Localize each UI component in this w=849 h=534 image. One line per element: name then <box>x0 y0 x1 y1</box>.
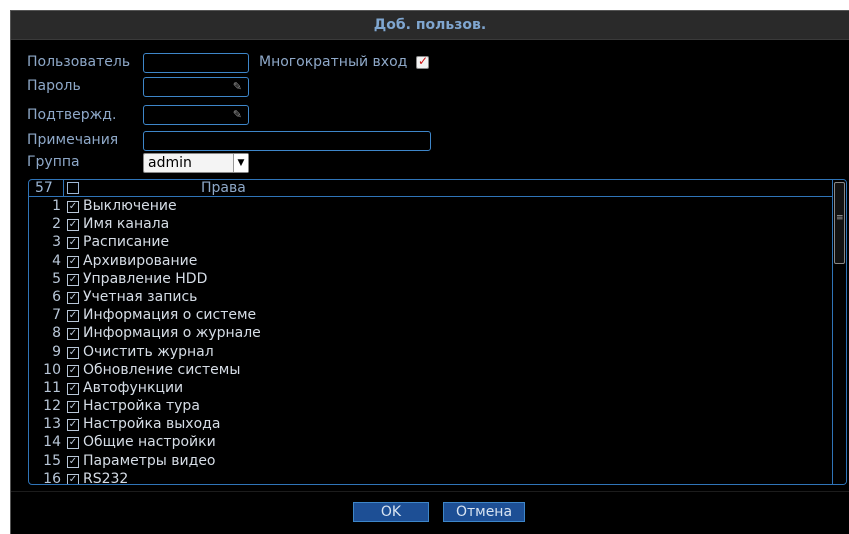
row-label: Информация о журнале <box>83 325 261 342</box>
row-label: Архивирование <box>83 252 198 269</box>
dialog-title: Доб. пользов. <box>373 17 487 33</box>
row-number: 9 <box>52 343 61 360</box>
row-number: 2 <box>52 216 61 233</box>
row-label: Автофункции <box>83 379 184 396</box>
chevron-down-icon[interactable]: ▼ <box>233 154 248 172</box>
rights-row[interactable]: 13 ✓ Настройка выхода <box>29 416 833 434</box>
row-checkbox[interactable]: ✓ <box>67 382 79 395</box>
user-input[interactable] <box>144 56 248 74</box>
row-checkbox[interactable]: ✓ <box>67 273 79 286</box>
row-checkbox[interactable]: ✓ <box>67 473 79 484</box>
rights-row[interactable]: 5 ✓ Управление HDD <box>29 271 833 289</box>
user-label: Пользователь <box>27 54 131 70</box>
rights-row[interactable]: 12 ✓ Настройка тура <box>29 398 833 416</box>
row-number: 11 <box>43 379 61 396</box>
row-label: Расписание <box>83 234 170 251</box>
row-checkbox[interactable]: ✓ <box>67 346 79 359</box>
row-checkbox[interactable]: ✓ <box>67 201 79 213</box>
row-label: Настройка выхода <box>83 416 221 433</box>
select-all-checkbox[interactable] <box>67 182 79 194</box>
row-label: Имя канала <box>83 216 170 233</box>
rights-column-header: Права <box>201 180 246 196</box>
header-divider <box>63 180 64 197</box>
row-number: 10 <box>43 361 61 378</box>
row-checkbox[interactable]: ✓ <box>67 255 79 268</box>
row-label: Управление HDD <box>83 270 208 287</box>
rights-row[interactable]: 9 ✓ Очистить журнал <box>29 344 833 362</box>
rights-row[interactable]: 11 ✓ Автофункции <box>29 380 833 398</box>
rights-rows: 1 ✓ Выключение 2 ✓ Имя канала 3 ✓ Расписание 4 ✓ Ар… <box>29 198 833 485</box>
row-number: 15 <box>43 452 61 469</box>
row-checkbox[interactable]: ✓ <box>67 364 79 377</box>
rights-row[interactable]: 16 ✓ RS232 <box>29 470 833 485</box>
grip-icon: ≡ <box>836 213 844 223</box>
notes-label: Примечания <box>27 132 119 148</box>
confirm-password-field[interactable]: ✎ <box>143 105 249 125</box>
row-number: 5 <box>52 270 61 287</box>
row-number: 14 <box>43 434 61 451</box>
row-number: 16 <box>43 470 61 485</box>
rights-row[interactable]: 7 ✓ Информация о системе <box>29 307 833 325</box>
rights-row[interactable]: 15 ✓ Параметры видео <box>29 453 833 471</box>
scrollbar-thumb[interactable]: ≡ <box>834 182 845 264</box>
rights-row[interactable]: 1 ✓ Выключение <box>29 198 833 216</box>
row-checkbox[interactable]: ✓ <box>67 419 79 432</box>
row-checkbox[interactable]: ✓ <box>67 437 79 450</box>
rights-count: 57 <box>35 180 53 196</box>
rights-row[interactable]: 2 ✓ Имя канала <box>29 216 833 234</box>
notes-input[interactable] <box>144 134 430 152</box>
password-field[interactable]: ✎ <box>143 77 249 97</box>
multi-login-checkbox[interactable]: ✓ <box>416 54 429 69</box>
group-label: Группа <box>27 154 80 170</box>
rights-row[interactable]: 14 ✓ Общие настройки <box>29 434 833 452</box>
user-field[interactable] <box>143 53 249 74</box>
row-checkbox[interactable]: ✓ <box>67 310 79 323</box>
rights-list: 57 Права 1 ✓ Выключение 2 ✓ Имя канала 3 ✓ Распи… <box>28 179 847 485</box>
group-select-value: admin <box>148 155 192 171</box>
rights-row[interactable]: 6 ✓ Учетная запись <box>29 289 833 307</box>
eye-slash-icon[interactable]: ✎ <box>233 80 242 93</box>
row-number: 4 <box>52 252 61 269</box>
row-checkbox[interactable]: ✓ <box>67 401 79 414</box>
dialog-titlebar: Доб. пользов. <box>11 11 849 40</box>
rights-row[interactable]: 4 ✓ Архивирование <box>29 253 833 271</box>
row-label: Информация о системе <box>83 307 257 324</box>
password-label: Пароль <box>27 78 81 94</box>
ok-button[interactable]: OK <box>353 502 429 522</box>
row-number: 6 <box>52 288 61 305</box>
row-label: Обновление системы <box>83 361 241 378</box>
row-number: 13 <box>43 416 61 433</box>
row-number: 1 <box>52 198 61 214</box>
row-number: 3 <box>52 234 61 251</box>
checkmark-icon: ✓ <box>418 54 429 68</box>
row-checkbox[interactable]: ✓ <box>67 455 79 468</box>
add-user-dialog: Доб. пользов. Пользователь Многократный … <box>10 10 849 534</box>
row-checkbox[interactable]: ✓ <box>67 291 79 304</box>
rights-row[interactable]: 10 ✓ Обновление системы <box>29 362 833 380</box>
row-checkbox[interactable]: ✓ <box>67 328 79 341</box>
row-number: 12 <box>43 398 61 415</box>
notes-field[interactable] <box>143 131 431 152</box>
rights-row[interactable]: 8 ✓ Информация о журнале <box>29 325 833 343</box>
row-number: 8 <box>52 325 61 342</box>
row-label: RS232 <box>83 470 129 485</box>
eye-slash-icon[interactable]: ✎ <box>233 108 242 121</box>
row-checkbox[interactable]: ✓ <box>67 219 79 232</box>
row-label: Общие настройки <box>83 434 216 451</box>
row-label: Очистить журнал <box>83 343 214 360</box>
group-select[interactable]: admin ▼ <box>143 153 249 173</box>
footer-divider <box>11 491 849 492</box>
rights-row[interactable]: 3 ✓ Расписание <box>29 234 833 252</box>
rights-scrollbar[interactable]: ≡ <box>832 180 846 484</box>
row-label: Параметры видео <box>83 452 216 469</box>
rights-list-header: 57 Права <box>29 180 833 197</box>
multi-login-label: Многократный вход <box>259 54 408 70</box>
row-label: Настройка тура <box>83 398 200 415</box>
row-label: Учетная запись <box>83 288 198 305</box>
row-number: 7 <box>52 307 61 324</box>
row-label: Выключение <box>83 198 177 214</box>
cancel-button[interactable]: Отмена <box>443 502 525 522</box>
row-checkbox[interactable]: ✓ <box>67 237 79 250</box>
confirm-label: Подтвержд. <box>27 107 117 123</box>
